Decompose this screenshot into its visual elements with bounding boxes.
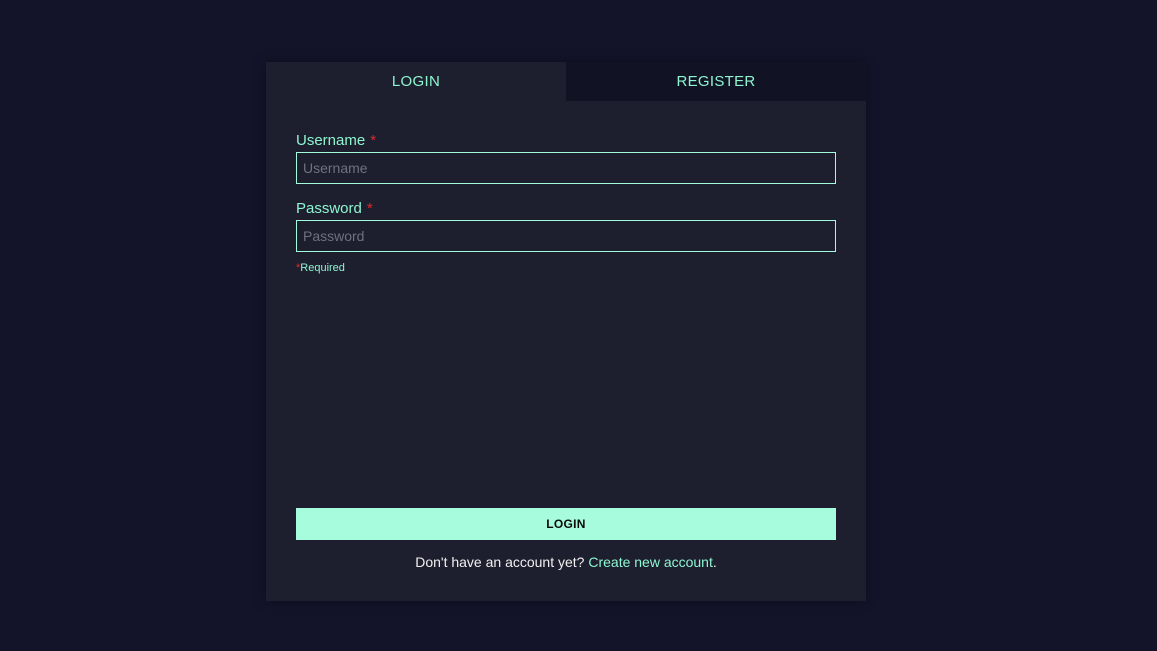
username-label-text: Username	[296, 132, 366, 149]
tab-login[interactable]: LOGIN	[266, 62, 566, 101]
register-prompt-text: Don't have an account yet?	[415, 554, 589, 570]
required-note-text: Required	[300, 262, 345, 274]
password-input[interactable]	[296, 220, 836, 252]
tab-register[interactable]: REGISTER	[566, 62, 866, 101]
username-input[interactable]	[296, 152, 836, 184]
password-label: Password *	[296, 199, 836, 219]
username-label: Username *	[296, 131, 836, 151]
required-note: *Required	[296, 262, 836, 274]
register-prompt-suffix: .	[712, 554, 717, 570]
login-form: Username* Password* *Required	[266, 131, 866, 274]
login-card: LOGIN REGISTER Username* Password* *Requ…	[266, 62, 866, 601]
required-mark: *	[370, 132, 377, 149]
required-mark: *	[366, 200, 373, 217]
login-button[interactable]: LOGIN	[296, 508, 836, 540]
register-prompt: Don't have an account yet? Create new ac…	[266, 554, 866, 570]
password-label-text: Password	[296, 200, 362, 217]
create-account-link[interactable]: Create new account	[588, 554, 713, 570]
auth-tabs: LOGIN REGISTER	[266, 62, 866, 101]
